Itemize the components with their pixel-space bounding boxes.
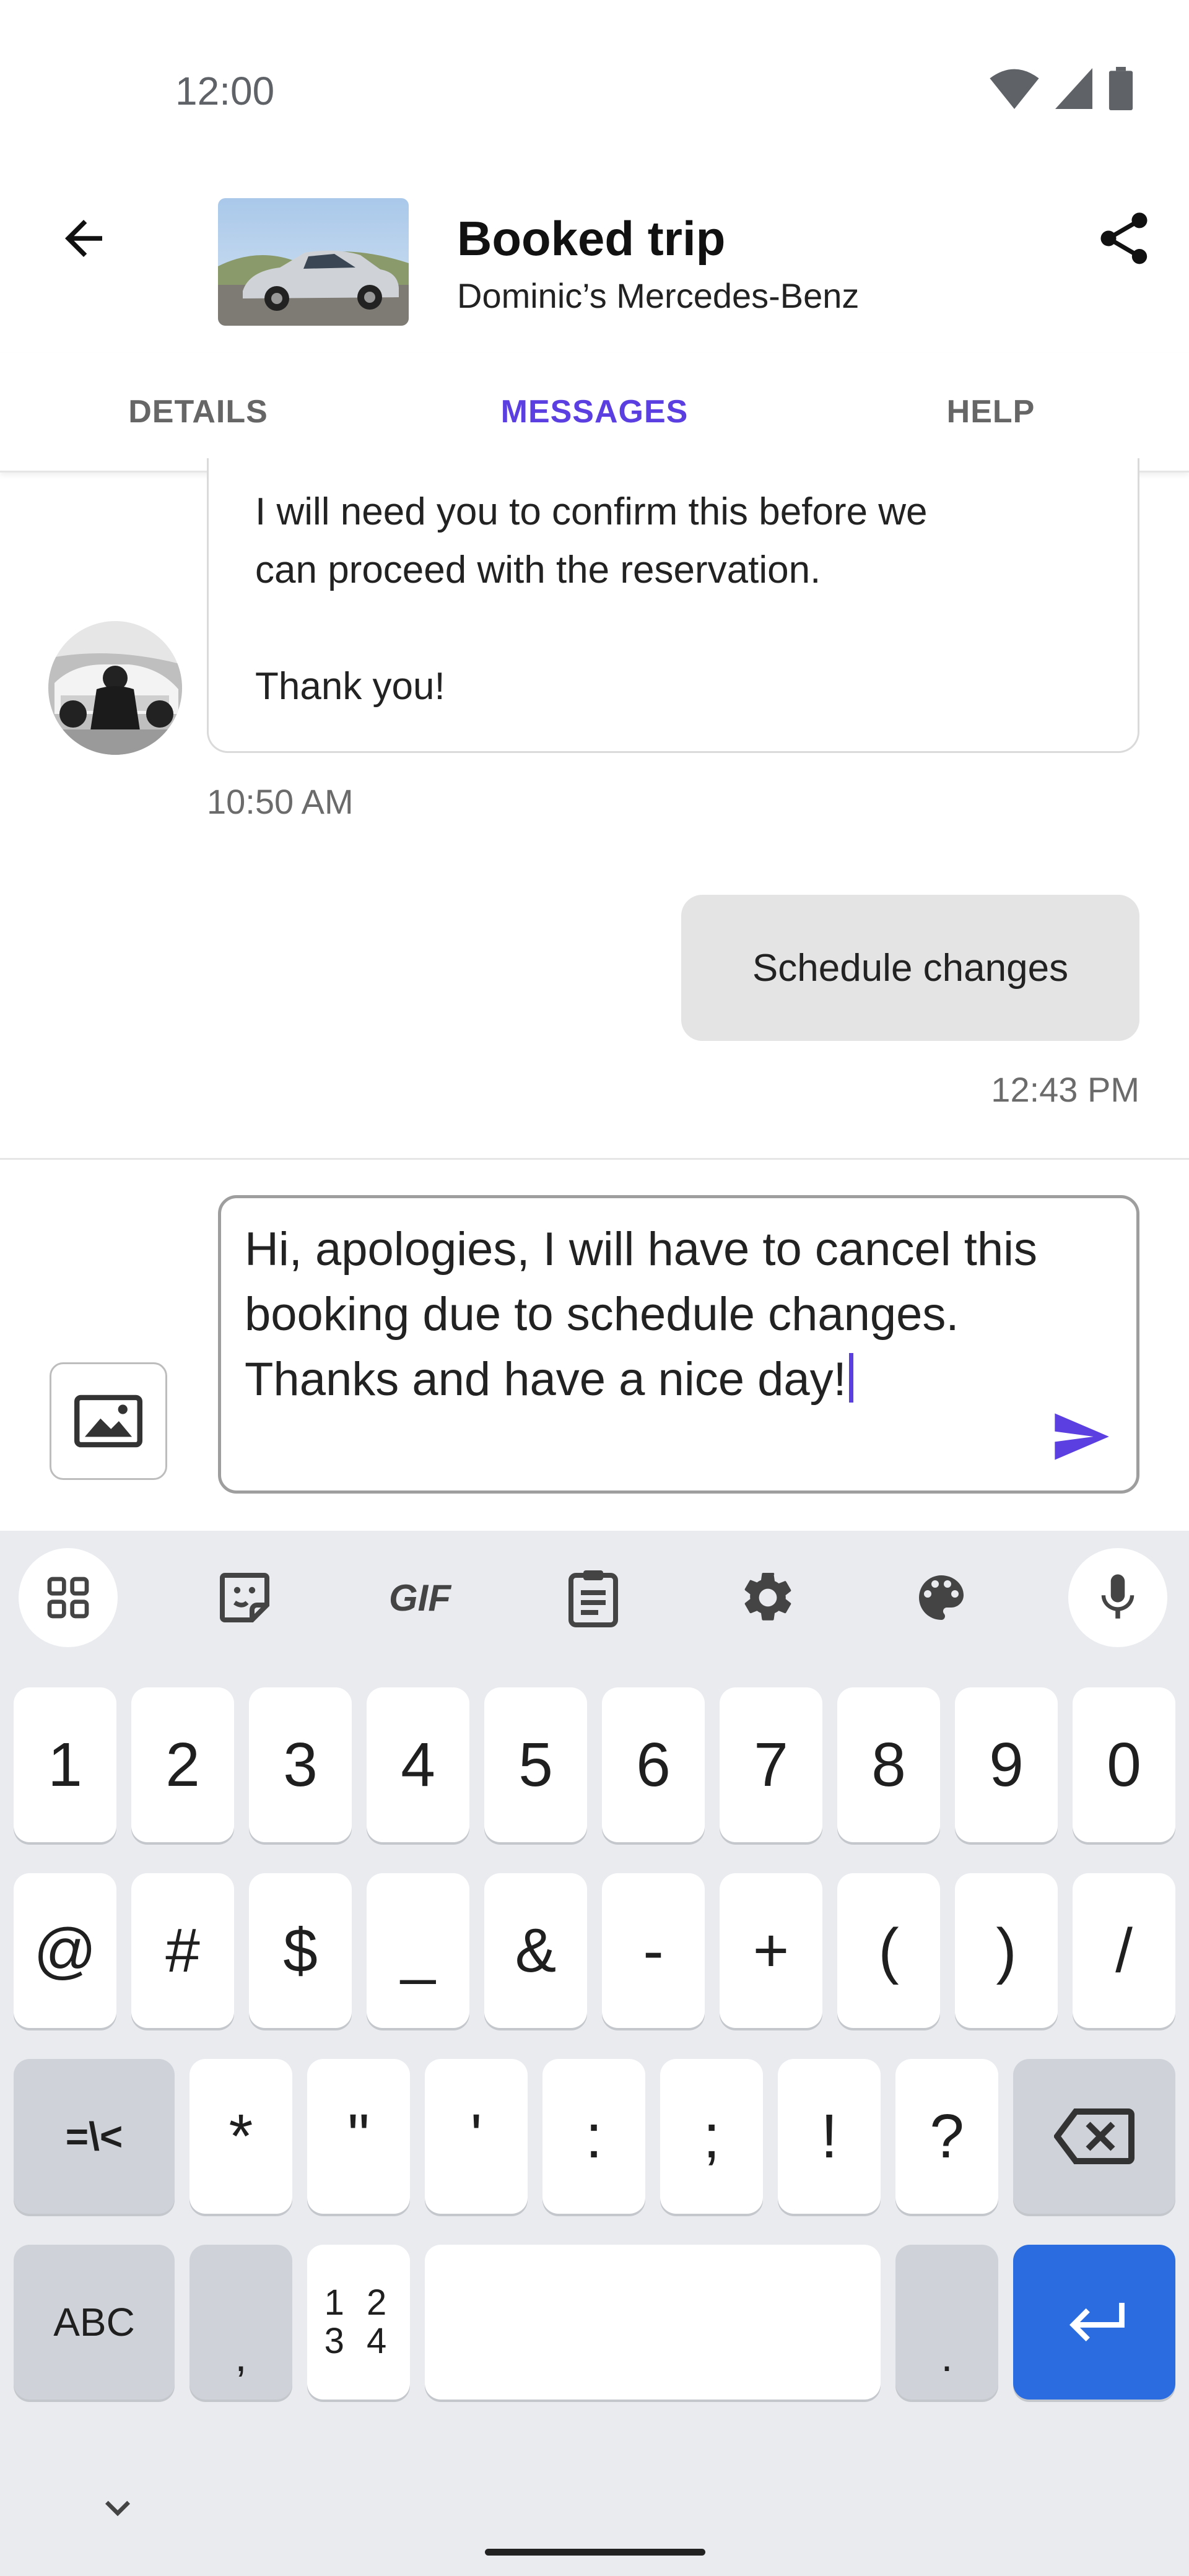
keyboard-apps-button[interactable] bbox=[19, 1548, 118, 1647]
avatar[interactable] bbox=[48, 621, 182, 755]
key-symbol[interactable]: ! bbox=[778, 2059, 881, 2214]
attach-image-button[interactable] bbox=[50, 1362, 167, 1480]
settings-icon bbox=[744, 1572, 791, 1621]
tab-details[interactable]: DETAILS bbox=[0, 353, 396, 471]
car-thumbnail bbox=[218, 198, 409, 326]
clipboard-icon bbox=[568, 1570, 618, 1627]
enter-key[interactable] bbox=[1013, 2245, 1175, 2400]
key-symbol[interactable]: ' bbox=[425, 2059, 528, 2214]
incoming-message-bubble: I will need you to confirm this before w… bbox=[207, 458, 1139, 753]
voice-input-button[interactable] bbox=[1068, 1548, 1167, 1647]
key-symbol[interactable]: + bbox=[720, 1873, 822, 2028]
key-2[interactable]: 2 bbox=[131, 1687, 234, 1842]
key-9[interactable]: 9 bbox=[955, 1687, 1058, 1842]
key-symbol[interactable]: " bbox=[307, 2059, 410, 2214]
key-symbol[interactable]: ) bbox=[955, 1873, 1058, 2028]
message-text: can proceed with the reservation. bbox=[255, 549, 821, 591]
message-input-text: Hi, apologies, I will have to cancel thi… bbox=[245, 1223, 1037, 1406]
clipboard-button[interactable] bbox=[544, 1548, 643, 1647]
numpad-key[interactable]: 1 2 3 4 bbox=[307, 2245, 410, 2400]
share-button[interactable] bbox=[1084, 198, 1164, 279]
message-timestamp: 12:43 PM bbox=[991, 1070, 1139, 1109]
comma-key[interactable]: , bbox=[189, 2245, 292, 2400]
key-1[interactable]: 1 bbox=[14, 1687, 116, 1842]
apps-grid-icon bbox=[47, 1577, 89, 1619]
key-symbol[interactable]: ? bbox=[895, 2059, 998, 2214]
space-key[interactable] bbox=[425, 2245, 881, 2400]
key-4[interactable]: 4 bbox=[367, 1687, 469, 1842]
key-8[interactable]: 8 bbox=[837, 1687, 940, 1842]
chevron-down-icon bbox=[105, 2500, 130, 2517]
key-symbol[interactable]: $ bbox=[249, 1873, 352, 2028]
period-key[interactable]: . bbox=[895, 2245, 998, 2400]
home-indicator[interactable] bbox=[485, 2549, 705, 2556]
numpad-key-bottom: 3 4 bbox=[324, 2321, 393, 2361]
arrow-back-icon bbox=[65, 220, 102, 257]
key-symbol[interactable]: @ bbox=[14, 1873, 116, 2028]
gif-button[interactable]: GIF bbox=[370, 1548, 469, 1647]
message-text: I will need you to confirm this before w… bbox=[255, 490, 928, 533]
key-symbol[interactable]: ( bbox=[837, 1873, 940, 2028]
sticker-icon bbox=[220, 1573, 269, 1622]
back-button[interactable] bbox=[43, 198, 124, 279]
backspace-icon bbox=[1054, 2108, 1135, 2164]
image-icon bbox=[74, 1395, 142, 1448]
divider bbox=[0, 1158, 1189, 1160]
text-cursor bbox=[848, 1353, 853, 1403]
key-6[interactable]: 6 bbox=[602, 1687, 705, 1842]
key-symbol[interactable]: / bbox=[1073, 1873, 1175, 2028]
signal-icon bbox=[1055, 68, 1092, 109]
key-symbol[interactable]: # bbox=[131, 1873, 234, 2028]
tab-messages[interactable]: MESSAGES bbox=[396, 353, 793, 472]
send-icon bbox=[1055, 1413, 1109, 1460]
send-button[interactable] bbox=[1040, 1396, 1121, 1477]
outgoing-message-bubble: Schedule changes bbox=[681, 895, 1139, 1041]
keyboard-settings-button[interactable] bbox=[718, 1548, 817, 1647]
backspace-key[interactable] bbox=[1013, 2059, 1175, 2214]
theme-button[interactable] bbox=[892, 1548, 991, 1647]
enter-icon bbox=[1069, 2302, 1125, 2342]
status-time: 12:00 bbox=[175, 69, 275, 113]
key-symbol[interactable]: - bbox=[602, 1873, 705, 2028]
message-text: Thank you! bbox=[255, 665, 445, 708]
abc-key[interactable]: ABC bbox=[14, 2245, 175, 2400]
message-timestamp: 10:50 AM bbox=[207, 782, 354, 821]
battery-icon bbox=[1108, 67, 1133, 110]
key-symbol[interactable]: & bbox=[484, 1873, 587, 2028]
numpad-key-top: 1 2 bbox=[324, 2282, 393, 2323]
tab-bar: DETAILS MESSAGES HELP bbox=[0, 353, 1189, 472]
key-7[interactable]: 7 bbox=[720, 1687, 822, 1842]
palette-icon bbox=[919, 1575, 964, 1620]
sticker-button[interactable] bbox=[195, 1548, 294, 1647]
tab-help[interactable]: HELP bbox=[793, 353, 1189, 471]
key-3[interactable]: 3 bbox=[249, 1687, 352, 1842]
key-5[interactable]: 5 bbox=[484, 1687, 587, 1842]
status-icons bbox=[990, 67, 1133, 110]
page-title: Booked trip bbox=[457, 211, 726, 266]
key-symbol[interactable]: * bbox=[189, 2059, 292, 2214]
mic-icon bbox=[1101, 1574, 1135, 1619]
share-icon bbox=[1100, 212, 1148, 264]
message-input[interactable]: Hi, apologies, I will have to cancel thi… bbox=[218, 1195, 1139, 1494]
key-symbol[interactable]: : bbox=[542, 2059, 645, 2214]
key-symbol[interactable]: _ bbox=[367, 1873, 469, 2028]
page-subtitle: Dominic’s Mercedes-Benz bbox=[457, 276, 860, 315]
wifi-icon bbox=[990, 69, 1039, 109]
hide-keyboard-button[interactable] bbox=[93, 2483, 142, 2536]
key-symbol[interactable]: ; bbox=[660, 2059, 763, 2214]
key-0[interactable]: 0 bbox=[1073, 1687, 1175, 1842]
more-symbols-key[interactable]: =\< bbox=[14, 2059, 175, 2214]
